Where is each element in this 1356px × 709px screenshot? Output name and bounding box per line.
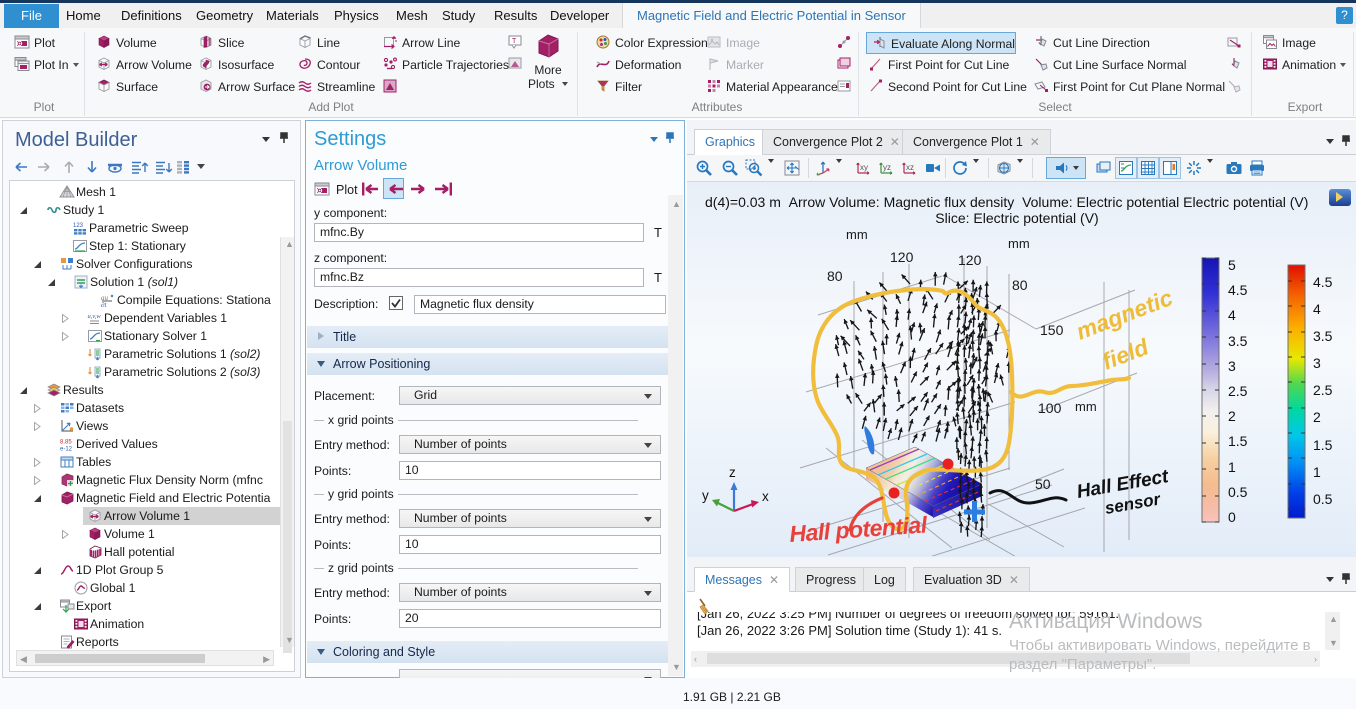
svg-text:u,v,w: u,v,w: [88, 313, 102, 320]
svg-text:d(4)=0.03 m Arrow Volume: Mag: d(4)=0.03 m Arrow Volume: Magnetic flux …: [705, 194, 1308, 210]
svg-text:123: 123: [73, 223, 84, 229]
svg-text:1: 1: [1228, 459, 1236, 475]
svg-text:2.5: 2.5: [1228, 383, 1248, 399]
svg-text:T: T: [512, 38, 517, 45]
svg-text:120: 120: [958, 252, 982, 268]
svg-text:3.5: 3.5: [1228, 333, 1248, 349]
svg-text:150: 150: [1040, 322, 1064, 338]
svg-text:mm: mm: [846, 227, 868, 242]
svg-text:field: field: [1098, 333, 1152, 375]
svg-text:3: 3: [1313, 355, 1321, 371]
svg-text:magnetic: magnetic: [1072, 284, 1176, 345]
svg-text:e-12: e-12: [60, 447, 73, 453]
svg-text:0: 0: [1228, 509, 1236, 525]
svg-text:1: 1: [1313, 464, 1321, 480]
svg-text:50: 50: [1035, 476, 1051, 492]
svg-text:4.5: 4.5: [1228, 282, 1248, 298]
svg-text:2.5: 2.5: [1313, 382, 1333, 398]
svg-text:1.5: 1.5: [1313, 437, 1333, 453]
svg-text:1.5: 1.5: [1228, 433, 1248, 449]
svg-text:∂t: ∂t: [101, 301, 107, 308]
svg-text:mm: mm: [1008, 236, 1030, 251]
svg-text:4: 4: [1228, 307, 1236, 323]
svg-text:0.5: 0.5: [1228, 484, 1248, 500]
svg-text:Slice: Electric potential (V): Slice: Electric potential (V): [935, 210, 1098, 226]
svg-text:120: 120: [890, 249, 914, 265]
svg-text:y: y: [702, 488, 709, 503]
svg-text:100: 100: [1038, 400, 1062, 416]
svg-text:2: 2: [1313, 409, 1321, 425]
svg-text:mm: mm: [1075, 399, 1097, 414]
svg-text:80: 80: [1012, 277, 1028, 293]
svg-text:x: x: [762, 489, 769, 504]
svg-text:3: 3: [1228, 358, 1236, 374]
svg-text:8.85: 8.85: [60, 440, 72, 446]
svg-text:z: z: [729, 465, 736, 480]
svg-text:2: 2: [1228, 408, 1236, 424]
svg-text:4.5: 4.5: [1313, 274, 1333, 290]
svg-text:Hall potential: Hall potential: [789, 511, 929, 547]
svg-text:3.5: 3.5: [1313, 328, 1333, 344]
svg-text:5: 5: [1228, 257, 1236, 273]
svg-text:4: 4: [1313, 301, 1321, 317]
svg-text:80: 80: [827, 268, 843, 284]
svg-text:0.5: 0.5: [1313, 491, 1333, 507]
